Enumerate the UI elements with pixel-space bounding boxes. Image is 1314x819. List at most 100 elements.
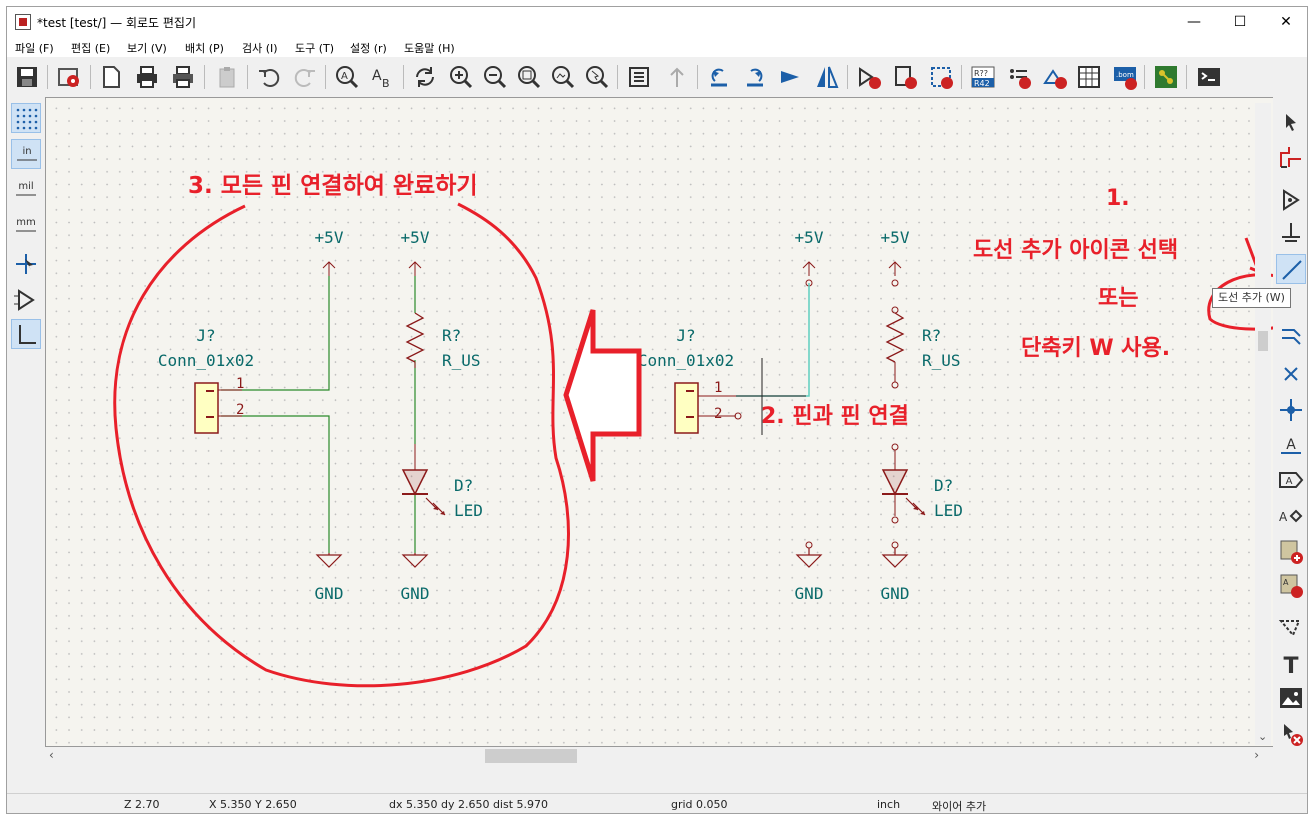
erc-icon[interactable]: [891, 63, 919, 91]
footprint-assign-icon[interactable]: [1041, 63, 1069, 91]
symbol-library-icon[interactable]: R?? R42: [969, 63, 997, 91]
line-mode-icon[interactable]: [11, 319, 41, 349]
save-icon[interactable]: [13, 63, 41, 91]
title-bar: *test [test/] — 회로도 편집기 — ☐ ✕: [7, 7, 1307, 37]
add-graphic-lines-icon[interactable]: [1276, 613, 1306, 643]
status-delta: dx 5.350 dy 2.650 dist 5.970: [389, 798, 549, 811]
horizontal-scroll-thumb[interactable]: [485, 749, 577, 763]
left-wire-pin1[interactable]: [221, 276, 330, 391]
right-led-ref: D?: [934, 476, 953, 495]
annotate-icon[interactable]: [855, 63, 883, 91]
mirror-vertical-icon[interactable]: [777, 63, 805, 91]
rotate-cw-icon[interactable]: [741, 63, 769, 91]
menu-view[interactable]: 보기 (V): [127, 40, 167, 56]
right-wire-in-progress[interactable]: [736, 283, 810, 397]
left-led-ref: D?: [454, 476, 473, 495]
grid-toggle-icon[interactable]: [11, 103, 41, 133]
svg-text:A: A: [1279, 510, 1288, 524]
redo-icon[interactable]: [291, 63, 319, 91]
scripting-console-icon[interactable]: [1195, 63, 1223, 91]
status-zoom: Z 2.70: [124, 798, 160, 811]
add-image-icon[interactable]: [1276, 683, 1306, 713]
zoom-fit-icon[interactable]: [515, 63, 543, 91]
print-icon[interactable]: [133, 63, 161, 91]
menu-help[interactable]: 도움말 (H): [404, 40, 455, 56]
zoom-in-icon[interactable]: [447, 63, 475, 91]
status-bar: Z 2.70 X 5.350 Y 2.650 dx 5.350 dy 2.650…: [7, 793, 1307, 813]
left-resistor[interactable]: [405, 312, 425, 363]
units-inch-button[interactable]: in: [11, 139, 41, 169]
zoom-out-icon[interactable]: [481, 63, 509, 91]
undo-icon[interactable]: [255, 63, 283, 91]
highlight-net-icon[interactable]: [1276, 143, 1306, 173]
bom-export-icon[interactable]: .bom: [1111, 63, 1139, 91]
leave-sheet-icon[interactable]: [663, 63, 691, 91]
plot-icon[interactable]: [169, 63, 197, 91]
add-wire-icon[interactable]: [1276, 254, 1306, 284]
zoom-selection-icon[interactable]: [583, 63, 611, 91]
scroll-left-icon[interactable]: ‹: [49, 748, 54, 762]
delete-tool-icon[interactable]: [1276, 719, 1306, 749]
vertical-scroll-thumb[interactable]: [1258, 331, 1268, 351]
left-pin1-num: 1: [236, 376, 244, 392]
menu-edit[interactable]: 편집 (E): [71, 40, 110, 56]
add-symbol-icon[interactable]: [1276, 185, 1306, 215]
svg-text:B: B: [382, 77, 390, 90]
pcb-editor-icon[interactable]: [1152, 63, 1180, 91]
add-power-icon[interactable]: [1276, 219, 1306, 249]
add-sheet-icon[interactable]: [1276, 537, 1306, 567]
units-mm-button[interactable]: mm: [11, 211, 41, 241]
left-res-value: R_US: [442, 351, 481, 370]
close-button[interactable]: ✕: [1263, 7, 1307, 37]
import-sheet-pin-icon[interactable]: A: [1276, 571, 1306, 601]
menu-inspect[interactable]: 검사 (I): [242, 40, 278, 56]
zoom-objects-icon[interactable]: [549, 63, 577, 91]
add-label-icon[interactable]: A: [1276, 431, 1306, 461]
right-led[interactable]: [881, 443, 926, 524]
hierarchy-navigator-icon[interactable]: [625, 63, 653, 91]
symbol-fields-icon[interactable]: [927, 63, 955, 91]
add-global-label-icon[interactable]: A: [1276, 465, 1306, 495]
add-junction-icon[interactable]: [1276, 395, 1306, 425]
add-text-icon[interactable]: T: [1276, 649, 1306, 679]
refresh-icon[interactable]: [411, 63, 439, 91]
right-pin1-num: 1: [714, 380, 722, 396]
add-hierarchical-label-icon[interactable]: A: [1276, 501, 1306, 531]
left-led[interactable]: [401, 444, 446, 516]
left-wire-pin2[interactable]: [221, 415, 330, 553]
paste-icon[interactable]: [213, 63, 241, 91]
cursor-crosshair-icon[interactable]: [11, 249, 41, 279]
left-res-ref: R?: [442, 326, 461, 345]
left-gnd1-label: GND: [315, 584, 344, 603]
find-icon[interactable]: A: [333, 63, 361, 91]
no-connect-icon[interactable]: [1276, 359, 1306, 389]
scroll-down-icon[interactable]: ⌄: [1258, 730, 1267, 743]
tooltip-add-wire: 도선 추가 (W): [1212, 288, 1291, 308]
left-gnd2-label: GND: [401, 584, 430, 603]
menu-tools[interactable]: 도구 (T): [295, 40, 334, 56]
menu-place[interactable]: 배치 (P): [185, 40, 224, 56]
svg-text:R42: R42: [974, 79, 990, 88]
mirror-horizontal-icon[interactable]: [813, 63, 841, 91]
status-grid: grid 0.050: [671, 798, 728, 811]
schematic-canvas[interactable]: +5V +5V 1 2 J? Conn_01x02 R? R_US D? LED…: [45, 97, 1278, 747]
hidden-pins-icon[interactable]: [11, 285, 41, 315]
menu-file[interactable]: 파일 (F): [15, 40, 54, 56]
bom-table-icon[interactable]: [1075, 63, 1103, 91]
scroll-right-icon[interactable]: ›: [1254, 748, 1259, 762]
symbol-checker-icon[interactable]: [1005, 63, 1033, 91]
horizontal-scrollbar[interactable]: ‹ ›: [45, 747, 1263, 765]
vertical-scrollbar[interactable]: ⌄: [1255, 103, 1271, 745]
maximize-button[interactable]: ☐: [1217, 7, 1263, 37]
units-mil-button[interactable]: mil: [11, 175, 41, 205]
page-settings-icon[interactable]: [97, 63, 125, 91]
schematic-setup-icon[interactable]: [55, 63, 83, 91]
rotate-ccw-icon[interactable]: [705, 63, 733, 91]
right-resistor[interactable]: [885, 312, 905, 363]
svg-text:mil: mil: [18, 181, 33, 192]
add-bus-entry-icon[interactable]: [1276, 322, 1306, 352]
menu-preferences[interactable]: 설정 (r): [350, 40, 387, 56]
find-replace-icon[interactable]: AB: [369, 63, 397, 91]
minimize-button[interactable]: —: [1171, 7, 1217, 37]
select-tool-icon[interactable]: [1276, 107, 1306, 137]
